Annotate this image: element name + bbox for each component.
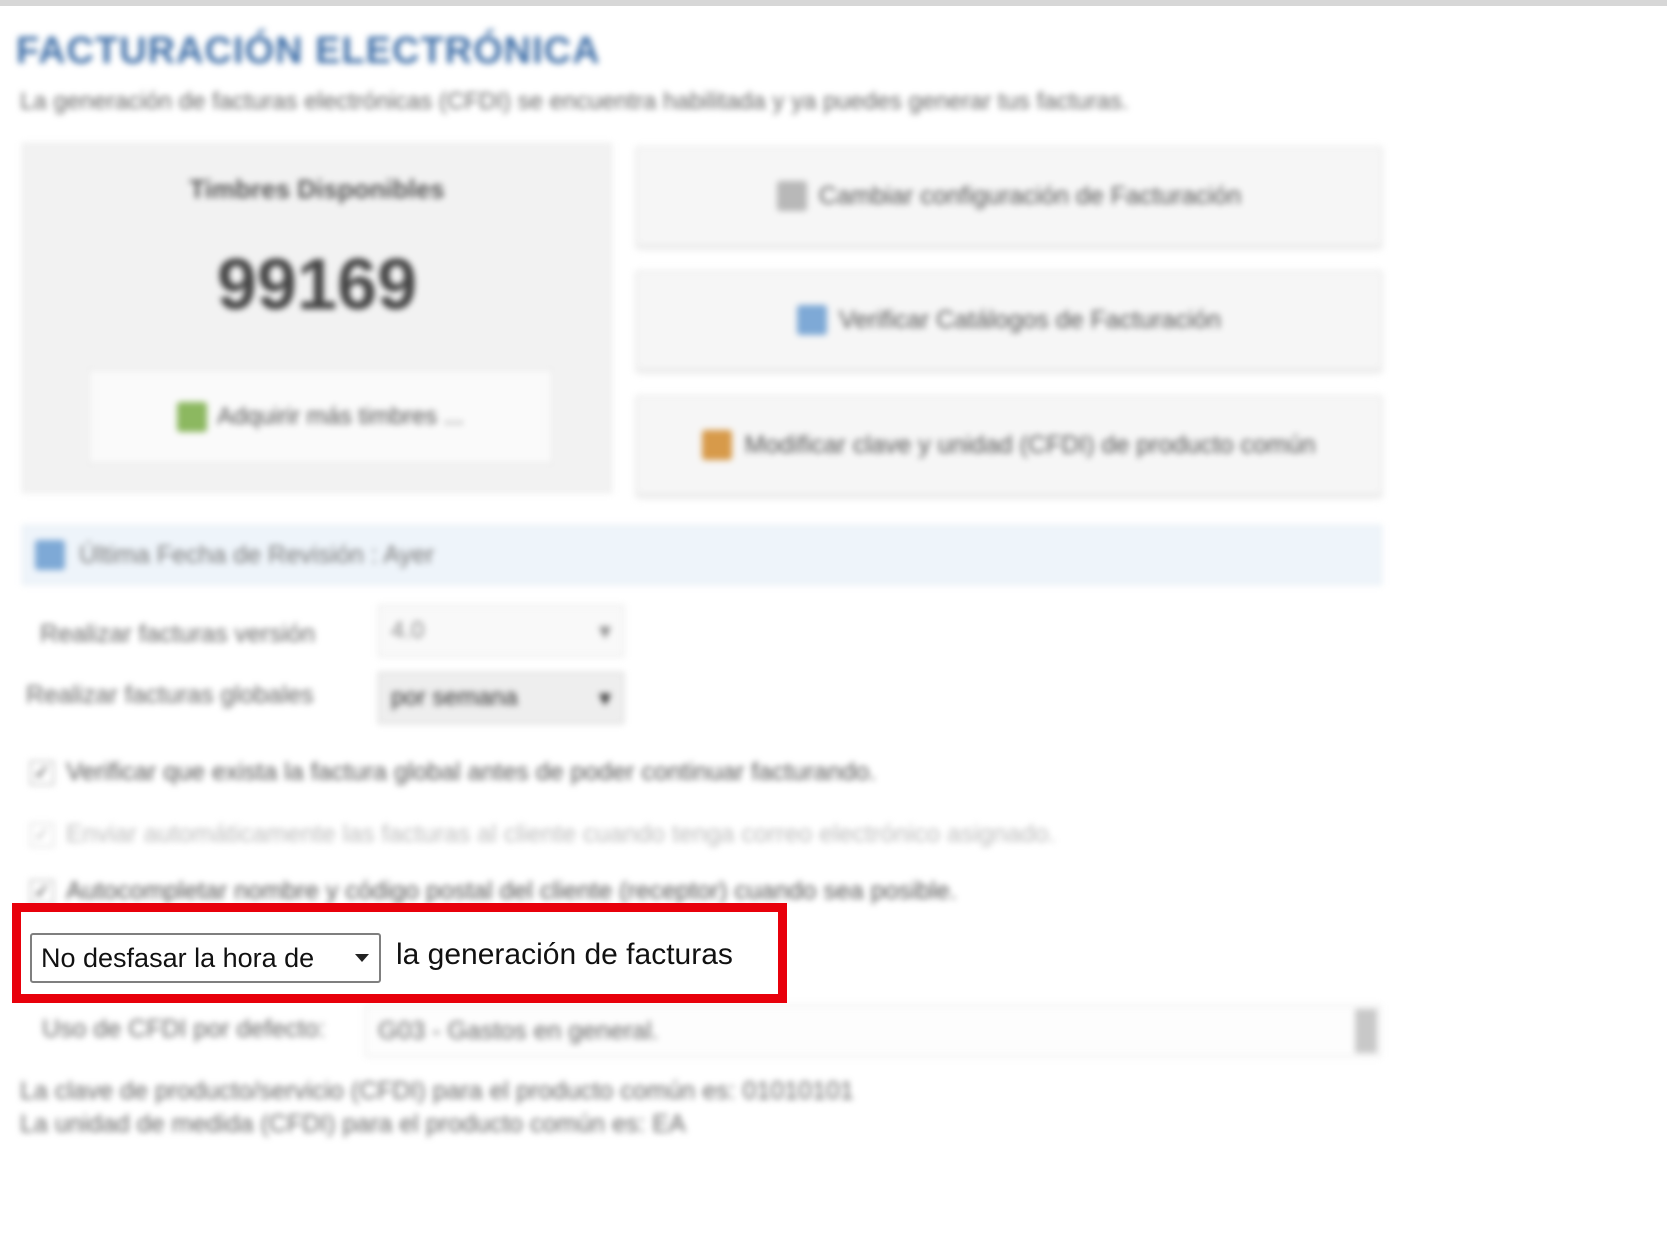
catalog-icon: [796, 305, 827, 335]
time-shift-select[interactable]: No desfasar la hora de: [30, 933, 381, 983]
version-label: Realizar facturas versión: [40, 620, 316, 648]
top-border: [0, 0, 1667, 6]
version-value: 4.0: [391, 617, 425, 644]
stamps-panel: Timbres Disponibles 99169 Adquirir más t…: [22, 143, 612, 493]
verify-catalogs-label: Verificar Catálogos de Facturación: [838, 305, 1222, 334]
chevron-down-icon: ▾: [598, 617, 611, 645]
autocomplete-row[interactable]: ✓ Autocompletar nombre y código postal d…: [30, 877, 957, 906]
cfdi-use-select[interactable]: G03 - Gastos en general.: [365, 1005, 1381, 1057]
modify-product-key-button[interactable]: Modificar clave y unidad (CFDI) de produ…: [636, 395, 1382, 495]
time-shift-value: No desfasar la hora de: [41, 942, 315, 973]
scroll-arrow-icon[interactable]: [1355, 1009, 1377, 1053]
cfdi-use-label: Uso de CFDI por defecto:: [42, 1015, 326, 1043]
product-box-icon: [702, 430, 733, 460]
change-config-button[interactable]: Cambiar configuración de Facturación: [636, 146, 1382, 246]
verify-global-row[interactable]: ✓ Verificar que exista la factura global…: [30, 758, 876, 787]
stamps-label: Timbres Disponibles: [189, 174, 445, 204]
autocomplete-label: Autocompletar nombre y código postal del…: [66, 877, 957, 905]
chevron-down-icon: ▾: [598, 684, 611, 712]
version-select[interactable]: 4.0 ▾: [378, 605, 624, 657]
send-auto-checkbox[interactable]: ✓: [30, 822, 54, 847]
settings-grid-icon: [776, 181, 807, 211]
buy-stamps-button[interactable]: Adquirir más timbres ...: [88, 369, 553, 464]
stamps-count: 99169: [216, 245, 418, 325]
send-auto-label: Enviar automáticamente las facturas al c…: [66, 820, 1056, 848]
revision-text: Última Fecha de Revisión : Ayer: [79, 540, 435, 569]
verify-global-label: Verificar que exista la factura global a…: [66, 758, 877, 786]
global-invoice-select[interactable]: por semana ▾: [378, 672, 624, 724]
unit-key-note: La unidad de medida (CFDI) para el produ…: [20, 1110, 686, 1138]
info-icon: [35, 540, 65, 570]
dropdown-arrow-icon: [355, 954, 369, 962]
modify-product-key-label: Modificar clave y unidad (CFDI) de produ…: [744, 430, 1316, 459]
revision-info-bar: Última Fecha de Revisión : Ayer: [22, 525, 1382, 585]
global-invoice-label: Realizar facturas globales: [26, 681, 314, 709]
verify-global-checkbox[interactable]: ✓: [30, 760, 54, 785]
global-invoice-value: por semana: [391, 684, 518, 711]
verify-catalogs-button[interactable]: Verificar Catálogos de Facturación: [636, 270, 1382, 370]
change-config-label: Cambiar configuración de Facturación: [818, 181, 1242, 210]
cfdi-use-value: G03 - Gastos en general.: [378, 1016, 659, 1045]
page-subtitle: La generación de facturas electrónicas (…: [20, 88, 1129, 115]
page-title: FACTURACIÓN ELECTRÓNICA: [16, 30, 601, 72]
send-auto-row[interactable]: ✓ Enviar automáticamente las facturas al…: [30, 820, 1055, 849]
time-shift-text: la generación de facturas: [396, 938, 733, 971]
cart-icon: [177, 401, 208, 432]
autocomplete-checkbox[interactable]: ✓: [30, 879, 54, 904]
product-key-note: La clave de producto/servicio (CFDI) par…: [20, 1077, 854, 1105]
buy-stamps-label: Adquirir más timbres ...: [217, 402, 464, 430]
